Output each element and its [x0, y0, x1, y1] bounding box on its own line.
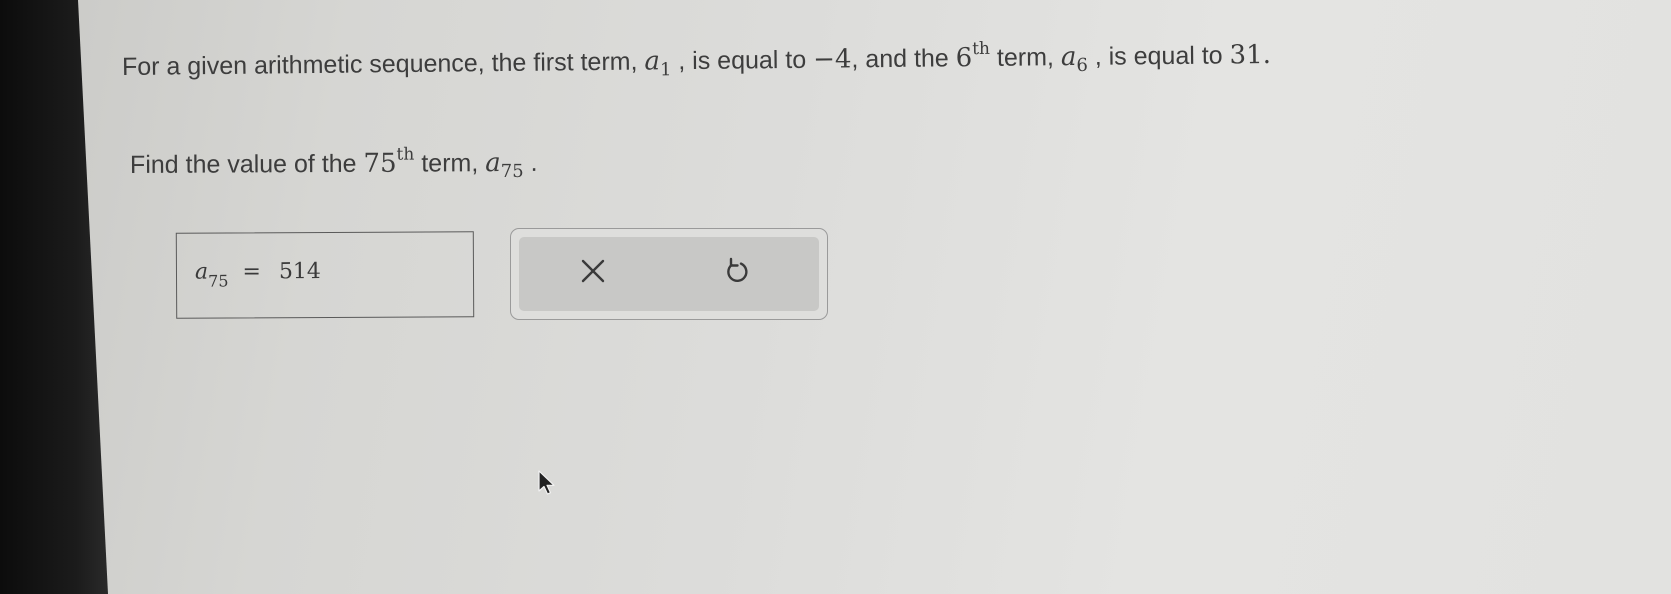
- monitor-bezel: [0, 0, 108, 594]
- math-variable: a6: [1060, 42, 1089, 77]
- answer-input-box[interactable]: a75 = 514: [175, 231, 475, 319]
- question-text: For a given arithmetic sequence, the fir…: [121, 47, 645, 81]
- math-value: −4: [812, 44, 852, 75]
- question-line-2: Find the value of the 75th term, a75 .: [130, 144, 538, 184]
- question-line-1: For a given arithmetic sequence, the fir…: [122, 36, 1271, 86]
- mouse-pointer-icon: [538, 470, 555, 495]
- question-text: .: [523, 148, 538, 177]
- clear-button[interactable]: [573, 251, 613, 291]
- undo-button[interactable]: [717, 251, 757, 291]
- answer-tools-inner: [519, 237, 819, 311]
- answer-expression: a75 = 514: [195, 259, 321, 291]
- answer-value-field[interactable]: 514: [279, 259, 321, 284]
- math-variable: a1: [644, 46, 672, 81]
- math-variable: a75: [485, 148, 524, 183]
- answer-tools-panel: [510, 228, 828, 320]
- answer-variable: a75: [194, 259, 229, 291]
- equals-sign: =: [242, 259, 261, 285]
- question-text: , and the: [851, 44, 956, 74]
- math-value: 31: [1229, 40, 1263, 71]
- undo-icon: [727, 257, 748, 283]
- question-text: Find the value of the: [129, 149, 364, 179]
- x-icon: [581, 259, 605, 283]
- math-value: 6th: [955, 38, 991, 74]
- question-text: , is equal to: [1087, 41, 1230, 71]
- math-value: 75th: [363, 144, 415, 179]
- question-text: term,: [414, 149, 486, 178]
- question-text: .: [1262, 39, 1272, 71]
- question-text: term,: [989, 43, 1062, 72]
- question-text: , is equal to: [671, 45, 814, 76]
